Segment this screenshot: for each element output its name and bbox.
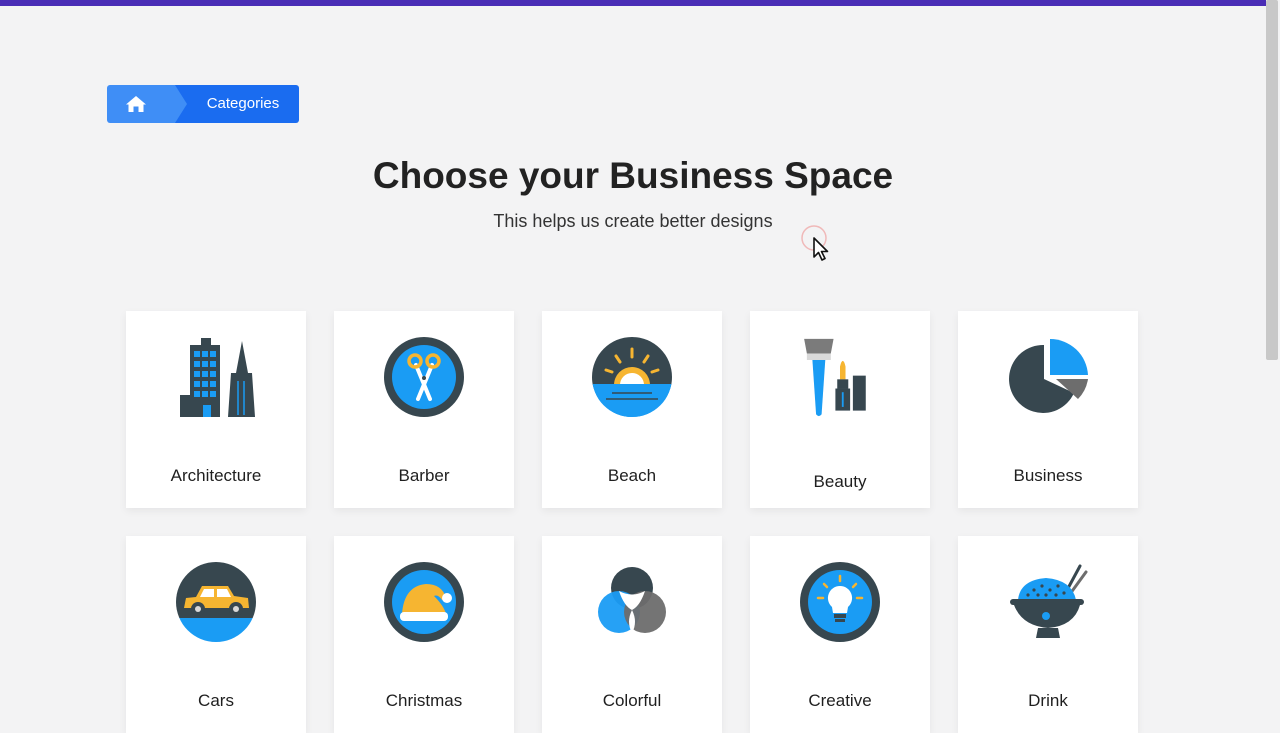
santa-hat-icon	[384, 562, 464, 642]
category-label: Colorful	[602, 691, 662, 710]
breadcrumb-categories[interactable]: Categories	[175, 85, 299, 123]
car-icon	[176, 562, 256, 642]
top-accent-bar	[0, 0, 1266, 6]
lightbulb-icon	[800, 562, 880, 642]
category-label: Business	[1013, 466, 1083, 485]
sunset-icon	[592, 337, 672, 417]
category-card-colorful[interactable]: Colorful	[542, 536, 722, 733]
scrollbar-thumb[interactable]	[1266, 0, 1278, 360]
scrollbar-track[interactable]	[1266, 0, 1280, 720]
category-label: Creative	[808, 691, 872, 710]
category-card-beach[interactable]: Beach	[542, 311, 722, 508]
category-label: Christmas	[385, 691, 463, 710]
page-title: Choose your Business Space	[372, 155, 894, 196]
color-circles-icon	[598, 567, 666, 633]
category-card-beauty[interactable]: Beauty	[750, 311, 930, 508]
category-card-barber[interactable]: Barber	[334, 311, 514, 508]
category-label: Beach	[607, 466, 657, 485]
category-card-cars[interactable]: Cars	[126, 536, 306, 733]
bowl-icon	[1010, 564, 1088, 638]
makeup-icon	[804, 338, 866, 417]
category-label: Barber	[398, 466, 450, 485]
scissors-icon	[384, 337, 464, 417]
category-label: Drink	[1028, 691, 1068, 710]
category-label: Beauty	[813, 472, 867, 491]
category-card-business[interactable]: Business	[958, 311, 1138, 508]
category-card-creative[interactable]: Creative	[750, 536, 930, 733]
pie-chart-icon	[1009, 338, 1088, 413]
category-card-drink[interactable]: Drink	[958, 536, 1138, 733]
page-subtitle: This helps us create better designs	[493, 211, 773, 231]
category-label: Architecture	[170, 466, 262, 485]
category-card-architecture[interactable]: Architecture	[126, 311, 306, 508]
category-card-christmas[interactable]: Christmas	[334, 536, 514, 733]
mouse-cursor-icon	[801, 225, 829, 261]
home-icon	[126, 96, 146, 112]
category-label: Cars	[198, 691, 234, 710]
buildings-icon	[180, 338, 255, 417]
breadcrumb-home[interactable]	[107, 85, 189, 123]
